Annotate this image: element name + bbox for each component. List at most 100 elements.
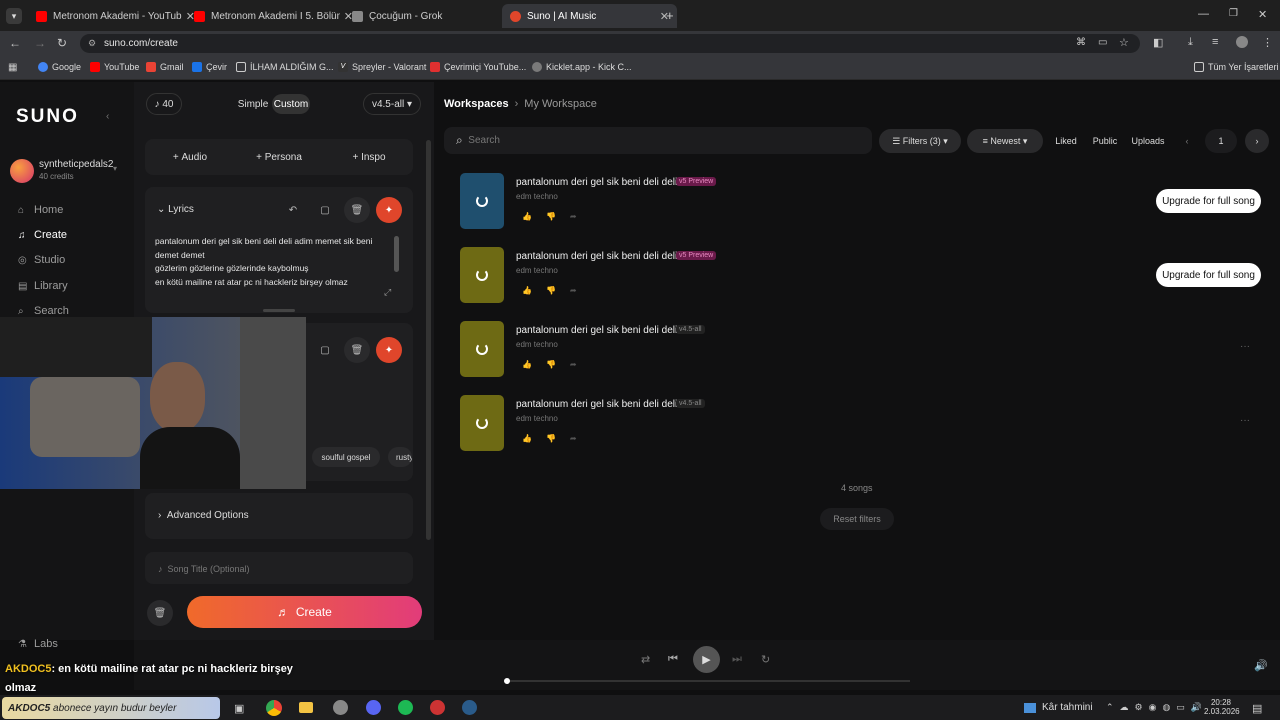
tab-4-active[interactable]: Suno | AI Music ✕ (502, 4, 677, 28)
model-selector[interactable]: v4.5-all ▾ (363, 93, 421, 115)
song-row[interactable] (460, 395, 504, 451)
tab-search-button[interactable]: ▾ (6, 8, 22, 24)
sidebar-item-labs[interactable]: ⚗ Labs (18, 638, 58, 650)
cast-icon[interactable]: ▭ (1098, 37, 1107, 48)
bookmark-google[interactable]: Google (38, 62, 81, 72)
username[interactable]: syntheticpedals2 (39, 159, 114, 170)
apps-icon[interactable]: ▦ (8, 62, 17, 73)
next-page-icon[interactable]: › (1245, 129, 1269, 153)
magic-wand-icon[interactable]: ✦ (376, 197, 402, 223)
upgrade-button[interactable]: Upgrade for full song (1156, 263, 1261, 287)
add-audio-button[interactable]: + Audio (160, 147, 220, 167)
maximize-button[interactable]: ❐ (1229, 8, 1238, 19)
page-number[interactable]: 1 (1205, 129, 1237, 153)
song-row[interactable] (460, 321, 504, 377)
song-title[interactable]: pantalonum deri gel sik beni deli deli a (516, 325, 686, 336)
translate-icon[interactable]: ⌘ (1076, 37, 1086, 48)
chevron-down-icon[interactable]: ▾ (113, 164, 117, 173)
clear-trash-icon[interactable]: 🗑 (147, 600, 173, 626)
prev-page-icon[interactable]: ‹ (1175, 129, 1199, 153)
chrome-icon[interactable] (266, 700, 282, 716)
discord-icon[interactable] (366, 700, 381, 715)
forward-icon[interactable]: → (34, 36, 46, 50)
new-tab-button[interactable]: + (666, 8, 674, 23)
bookmark-youtube-online[interactable]: Çevrimiçi YouTube... (430, 62, 526, 72)
search-input[interactable]: ⌕ Search (444, 127, 872, 154)
site-info-icon[interactable]: ⚙ (88, 38, 96, 49)
song-cover[interactable] (460, 247, 504, 303)
sort-button[interactable]: ≡ Newest ▾ (967, 129, 1043, 153)
song-genre[interactable]: edm techno (516, 340, 558, 349)
mode-simple[interactable]: Simple (234, 94, 272, 114)
trash-icon[interactable]: 🗑 (344, 197, 370, 223)
reload-icon[interactable]: ↻ (57, 36, 67, 50)
bookmark-gmail[interactable]: Gmail (146, 62, 184, 72)
song-cover[interactable] (460, 321, 504, 377)
liked-filter[interactable]: Liked (1050, 129, 1082, 153)
mode-custom[interactable]: Custom (272, 94, 310, 114)
song-actions[interactable]: 👍👎➦ (522, 434, 591, 443)
system-tray-icons[interactable]: ⌃☁⚙◉◍▭🔊 (1106, 702, 1208, 713)
lyrics-textarea[interactable]: pantalonum deri gel sik beni deli deli a… (155, 235, 390, 289)
more-options-icon[interactable]: ··· (1240, 341, 1250, 352)
song-row[interactable] (460, 173, 504, 229)
song-row[interactable] (460, 247, 504, 303)
bookmark-icon[interactable]: ▢ (312, 197, 338, 223)
star-icon[interactable]: ☆ (1119, 36, 1129, 49)
suno-logo[interactable]: SUNO (16, 106, 79, 128)
repeat-icon[interactable]: ↻ (761, 653, 770, 666)
sidebar-item-create[interactable]: ♫ Create (18, 229, 67, 241)
app-icon[interactable] (333, 700, 348, 715)
profile-avatar[interactable] (1236, 36, 1248, 48)
task-view-icon[interactable]: ▣ (234, 702, 244, 715)
song-title-input[interactable]: ♪ Song Title (Optional) (158, 564, 250, 574)
next-icon[interactable]: ⏭ (732, 653, 742, 666)
upgrade-button[interactable]: Upgrade for full song (1156, 189, 1261, 213)
panel-scrollbar[interactable] (426, 140, 431, 540)
filters-button[interactable]: ☰ Filters (3) ▾ (879, 129, 961, 153)
song-actions[interactable]: 👍👎➦ (522, 286, 591, 295)
obs-icon[interactable] (430, 700, 445, 715)
all-bookmarks[interactable]: Tüm Yer İşaretleri (1194, 62, 1279, 72)
reset-filters-button[interactable]: Reset filters (820, 508, 894, 530)
breadcrumb-root[interactable]: Workspaces (444, 98, 509, 110)
bookmark-youtube[interactable]: YouTube (90, 62, 139, 72)
lyrics-toggle[interactable]: ⌄ Lyrics (157, 204, 194, 215)
tab-3[interactable]: Çocuğum - Grok✕ (344, 4, 519, 28)
song-actions[interactable]: 👍👎➦ (522, 212, 591, 221)
sidebar-item-studio[interactable]: ◎ Studio (18, 254, 65, 266)
expand-icon[interactable]: ⤢ (384, 287, 391, 298)
style-tag[interactable]: soulful gospel (312, 447, 380, 467)
magic-wand-icon[interactable]: ✦ (376, 337, 402, 363)
play-button[interactable]: ▶ (693, 646, 720, 673)
file-explorer-icon[interactable] (299, 702, 313, 713)
bookmark-icon[interactable]: ▢ (312, 337, 338, 363)
resize-handle[interactable] (263, 309, 295, 312)
sidebar-item-home[interactable]: ⌂ Home (18, 204, 63, 216)
download-icon[interactable]: ⤓ (1188, 36, 1193, 49)
bookmark-folder[interactable]: İLHAM ALDIĞIM G... (236, 62, 334, 72)
sidebar-item-search[interactable]: ⌕ Search (18, 305, 69, 317)
tab-1[interactable]: Metronom Akademi - YouTube ✕ (28, 4, 203, 28)
sidebar-item-library[interactable]: ▤ Library (18, 280, 68, 292)
song-genre[interactable]: edm techno (516, 414, 558, 423)
song-genre[interactable]: edm techno (516, 192, 558, 201)
uploads-filter[interactable]: Uploads (1128, 129, 1168, 153)
spotify-icon[interactable] (398, 700, 413, 715)
notifications-icon[interactable]: ▤ (1252, 702, 1262, 715)
create-button[interactable]: ♬ Create (187, 596, 422, 628)
lyrics-scrollbar[interactable] (394, 236, 399, 272)
song-title[interactable]: pantalonum deri gel sik beni deli deli a (516, 251, 686, 262)
trash-icon[interactable]: 🗑 (344, 337, 370, 363)
song-title[interactable]: pantalonum deri gel sik beni deli deli a (516, 399, 686, 410)
song-title[interactable]: pantalonum deri gel sik beni deli deli a (516, 177, 686, 188)
credits-counter[interactable]: ♪ 40 (146, 93, 182, 115)
style-tag[interactable]: rusty (388, 447, 412, 467)
progress-handle[interactable] (504, 678, 510, 684)
avatar[interactable] (10, 159, 34, 183)
bookmark-valorant[interactable]: V Spreyler - Valorant (338, 62, 426, 72)
minimize-button[interactable]: — (1198, 8, 1209, 20)
back-icon[interactable]: ← (9, 36, 21, 50)
add-inspo-button[interactable]: + Inspo (343, 147, 395, 167)
shuffle-icon[interactable]: ⇄ (641, 653, 650, 666)
